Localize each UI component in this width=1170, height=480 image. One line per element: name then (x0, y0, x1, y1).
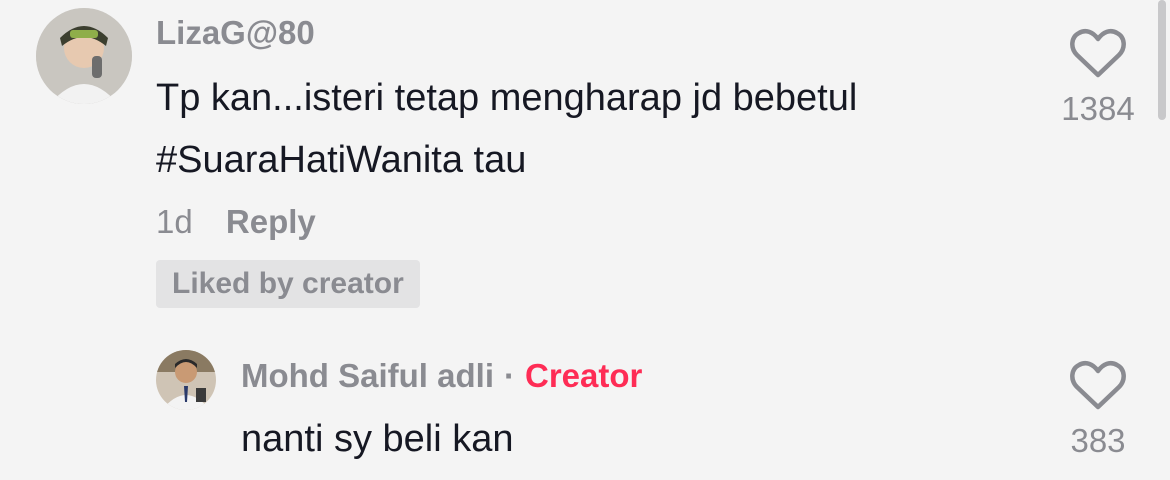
heart-outline-icon (1070, 29, 1126, 78)
avatar-image (36, 8, 132, 104)
reply-avatar[interactable] (156, 350, 216, 410)
reply-button[interactable]: Reply (226, 203, 316, 240)
scrollbar-thumb[interactable] (1158, 0, 1166, 120)
comment-text: Tp kan...isteri tetap mengharap jd bebet… (156, 67, 1036, 191)
liked-by-creator-badge: Liked by creator (156, 260, 420, 308)
comment-text-line-2[interactable]: #SuaraHatiWanita tau (156, 129, 1036, 191)
separator-dot: · (504, 357, 515, 394)
comment-text-line-1: Tp kan...isteri tetap mengharap jd bebet… (156, 77, 858, 119)
reply-like-button[interactable]: 383 (1050, 360, 1146, 460)
comment-meta: 1d Reply (156, 203, 316, 241)
reply-username[interactable]: Mohd Saiful adli (241, 357, 494, 394)
comment-timestamp: 1d (156, 203, 193, 240)
reply-username-row: Mohd Saiful adli · Creator (241, 357, 642, 395)
comment-like-count: 1384 (1061, 90, 1135, 127)
creator-tag: Creator (525, 357, 643, 394)
reply-avatar-image (156, 350, 216, 410)
comment-username[interactable]: LizaG@80 (156, 14, 315, 52)
reply-text: nanti sy beli kan (241, 418, 514, 460)
avatar[interactable] (36, 8, 132, 104)
comment-like-button[interactable]: 1384 (1050, 28, 1146, 128)
scrollbar[interactable] (1156, 0, 1170, 480)
heart-outline-icon (1070, 361, 1126, 410)
reply-like-count: 383 (1070, 422, 1126, 459)
